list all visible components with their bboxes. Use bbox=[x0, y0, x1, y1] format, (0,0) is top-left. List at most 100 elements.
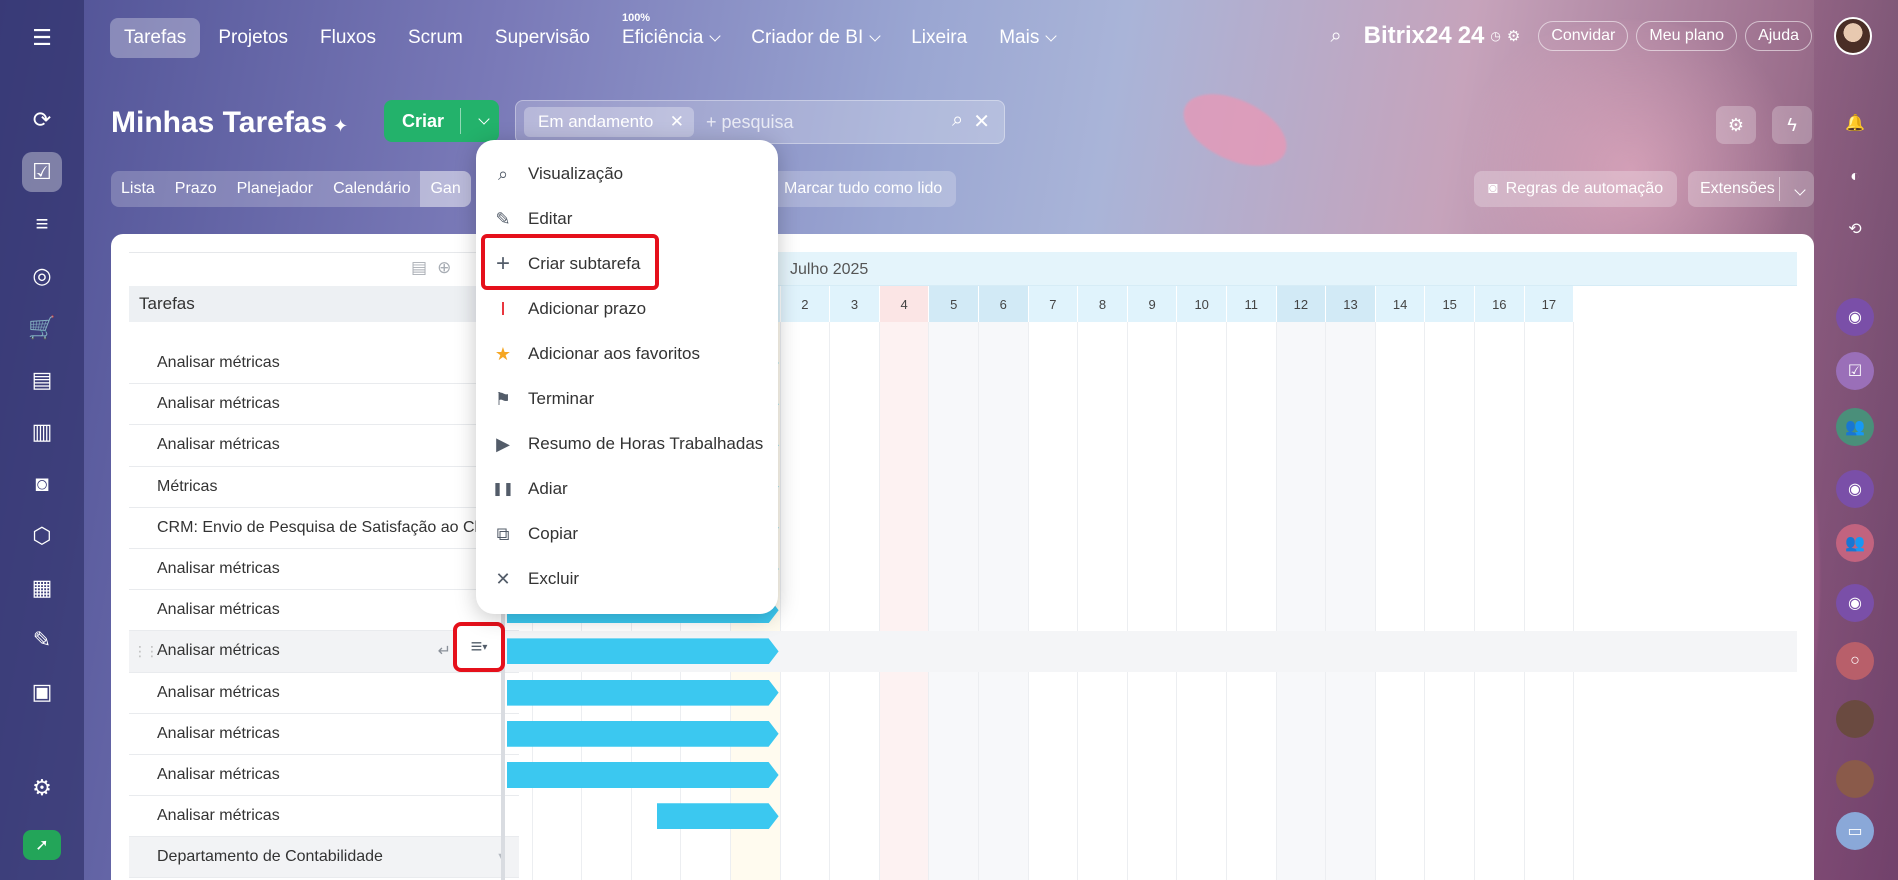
cart-icon[interactable]: 🛒 bbox=[22, 308, 62, 348]
settings-icon[interactable]: ⚙ bbox=[22, 768, 62, 808]
crm-card-icon[interactable]: ▤ bbox=[22, 360, 62, 400]
task-row[interactable]: Analisar métricas bbox=[129, 343, 519, 385]
feed-icon[interactable]: ⟳ bbox=[22, 100, 62, 140]
clear-icon[interactable]: ✕ bbox=[973, 109, 990, 134]
contact-avatar[interactable] bbox=[1836, 700, 1874, 738]
gantt-task-bar[interactable] bbox=[507, 638, 779, 664]
tab-3[interactable]: Calendário bbox=[323, 171, 420, 207]
nav-item-2[interactable]: Fluxos bbox=[306, 18, 390, 58]
contact-avatar-2[interactable] bbox=[1836, 760, 1874, 798]
drag-handle-icon[interactable]: ⋮⋮ bbox=[133, 643, 159, 660]
tab-1[interactable]: Prazo bbox=[165, 171, 227, 207]
task-title[interactable]: Analisar métricas bbox=[157, 395, 280, 413]
task-row[interactable]: Analisar métricas bbox=[129, 714, 519, 755]
tab-4[interactable]: Gan bbox=[420, 171, 471, 207]
menu-item-visualização[interactable]: ⌕ Visualização bbox=[476, 154, 778, 194]
rocket-icon[interactable]: ➚ bbox=[23, 830, 61, 860]
nav-item-5[interactable]: 100% Eficiência bbox=[608, 12, 733, 58]
avatar[interactable] bbox=[1834, 17, 1872, 55]
task-row[interactable]: Analisar métricas bbox=[129, 384, 519, 426]
group-icon[interactable]: 👥 bbox=[1836, 408, 1874, 446]
nav-item-0[interactable]: Tarefas bbox=[110, 18, 201, 58]
tab-2[interactable]: Planejador bbox=[227, 171, 324, 207]
gantt-task-bar[interactable] bbox=[507, 680, 779, 706]
group-icon-2[interactable]: 👥 bbox=[1836, 524, 1874, 562]
task-title[interactable]: Analisar métricas bbox=[157, 354, 280, 372]
task-row[interactable]: Analisar métricas bbox=[129, 755, 519, 797]
menu-item-adiar[interactable]: ❚❚ Adiar bbox=[476, 469, 778, 509]
warehouse-icon[interactable]: ▦ bbox=[22, 568, 62, 608]
chat-bubble-icon[interactable]: ▭ bbox=[1836, 812, 1874, 850]
indent-icon[interactable]: ↵ bbox=[438, 641, 451, 661]
task-row[interactable]: Analisar métricas bbox=[129, 549, 519, 591]
bot-icon[interactable]: ◙ bbox=[22, 464, 62, 504]
task-title[interactable]: Analisar métricas bbox=[157, 807, 280, 825]
filter-search-box[interactable]: Em andamento ✕ + pesquisa ⌕ ✕ bbox=[515, 100, 1005, 144]
task-chat-icon[interactable]: ☑ bbox=[1836, 352, 1874, 390]
task-row[interactable]: Analisar métricas bbox=[129, 425, 519, 467]
nav-item-4[interactable]: Supervisão bbox=[481, 18, 604, 58]
zoom-in-icon[interactable]: ⊕ bbox=[437, 258, 451, 278]
target-icon[interactable]: ◎ bbox=[22, 256, 62, 296]
search-input[interactable]: + pesquisa bbox=[706, 112, 794, 133]
task-row[interactable]: CRM: Envio de Pesquisa de Satisfação ao … bbox=[129, 508, 519, 549]
gantt-task-bar[interactable] bbox=[657, 803, 779, 829]
tasks-icon[interactable]: ☑ bbox=[22, 152, 62, 192]
menu-item-terminar[interactable]: ⚑ Terminar bbox=[476, 379, 778, 419]
task-title[interactable]: Analisar métricas bbox=[157, 436, 280, 454]
menu-item-copiar[interactable]: ⧉ Copiar bbox=[476, 514, 778, 554]
task-title[interactable]: Analisar métricas bbox=[157, 642, 280, 660]
mark-all-read-button[interactable]: Marcar tudo como lido bbox=[770, 171, 957, 207]
task-title[interactable]: Analisar métricas bbox=[157, 601, 280, 619]
nav-item-6[interactable]: Criador de BI bbox=[737, 18, 893, 58]
filter-icon[interactable]: ≡ bbox=[22, 204, 62, 244]
automation-rules-button[interactable]: ◙ Regras de automação bbox=[1474, 171, 1678, 207]
channel-icon[interactable]: ◉ bbox=[1836, 298, 1874, 336]
create-button[interactable]: Criar bbox=[384, 100, 499, 142]
task-title[interactable]: Analisar métricas bbox=[157, 684, 280, 702]
search-icon[interactable]: ⌕ bbox=[952, 109, 963, 134]
invite-button[interactable]: Convidar bbox=[1538, 21, 1629, 51]
nav-item-7[interactable]: Lixeira bbox=[897, 18, 981, 58]
gantt-task-bar[interactable] bbox=[507, 721, 779, 747]
chevron-down-icon[interactable] bbox=[1794, 181, 1806, 199]
filter-chip[interactable]: Em andamento ✕ bbox=[524, 107, 694, 137]
sign-icon[interactable]: ✎ bbox=[22, 620, 62, 660]
tab-0[interactable]: Lista bbox=[111, 171, 165, 207]
search-icon[interactable]: ⌕ bbox=[1330, 25, 1341, 48]
analytics-icon[interactable]: ▥ bbox=[22, 412, 62, 452]
document-icon[interactable]: ▣ bbox=[22, 672, 62, 712]
channel-icon-3[interactable]: ◉ bbox=[1836, 584, 1874, 622]
menu-item-adicionar-prazo[interactable]: I Adicionar prazo bbox=[476, 289, 778, 329]
chat-sync-icon[interactable]: ⟲ bbox=[1836, 210, 1874, 248]
gantt-task-bar[interactable] bbox=[507, 762, 779, 788]
menu-item-editar[interactable]: ✎ Editar bbox=[476, 199, 778, 239]
task-title[interactable]: Métricas bbox=[157, 478, 217, 496]
gear-icon[interactable]: ⚙ bbox=[1716, 106, 1756, 144]
task-row[interactable]: Analisar métricas bbox=[129, 673, 519, 714]
help-button[interactable]: Ajuda bbox=[1745, 21, 1812, 51]
menu-item-adicionar-aos-favoritos[interactable]: ★ Adicionar aos favoritos bbox=[476, 334, 778, 374]
task-title[interactable]: Analisar métricas bbox=[157, 560, 280, 578]
notifications-icon[interactable]: 🔔 bbox=[1836, 104, 1874, 142]
close-icon[interactable]: ✕ bbox=[670, 112, 684, 132]
task-row[interactable]: Analisar métricas bbox=[129, 796, 519, 838]
menu-item-excluir[interactable]: ✕ Excluir bbox=[476, 559, 778, 599]
copilot-icon[interactable]: ◐ bbox=[1836, 158, 1874, 196]
print-icon[interactable]: ▤ bbox=[411, 258, 427, 278]
task-title[interactable]: Analisar métricas bbox=[157, 725, 280, 743]
nav-item-8[interactable]: Mais bbox=[985, 18, 1069, 58]
task-title[interactable]: CRM: Envio de Pesquisa de Satisfação ao … bbox=[157, 519, 513, 537]
group-row[interactable]: Departamento de Contabilidade▼ bbox=[129, 837, 519, 879]
box-icon[interactable]: ⬡ bbox=[22, 516, 62, 556]
sliders-icon[interactable]: ⚙ bbox=[1507, 27, 1520, 45]
row-menu-button[interactable]: ≡ ▾ bbox=[453, 622, 505, 672]
channel-icon-2[interactable]: ◉ bbox=[1836, 470, 1874, 508]
extensions-button[interactable]: Extensões bbox=[1688, 171, 1814, 207]
nav-item-3[interactable]: Scrum bbox=[394, 18, 477, 58]
chevron-down-icon[interactable] bbox=[461, 112, 499, 128]
my-plan-button[interactable]: Meu plano bbox=[1636, 21, 1738, 51]
hamburger-menu-icon[interactable]: ☰ bbox=[22, 18, 62, 58]
open-channel-icon[interactable]: ○ bbox=[1836, 642, 1874, 680]
task-row[interactable]: Métricas bbox=[129, 467, 519, 508]
